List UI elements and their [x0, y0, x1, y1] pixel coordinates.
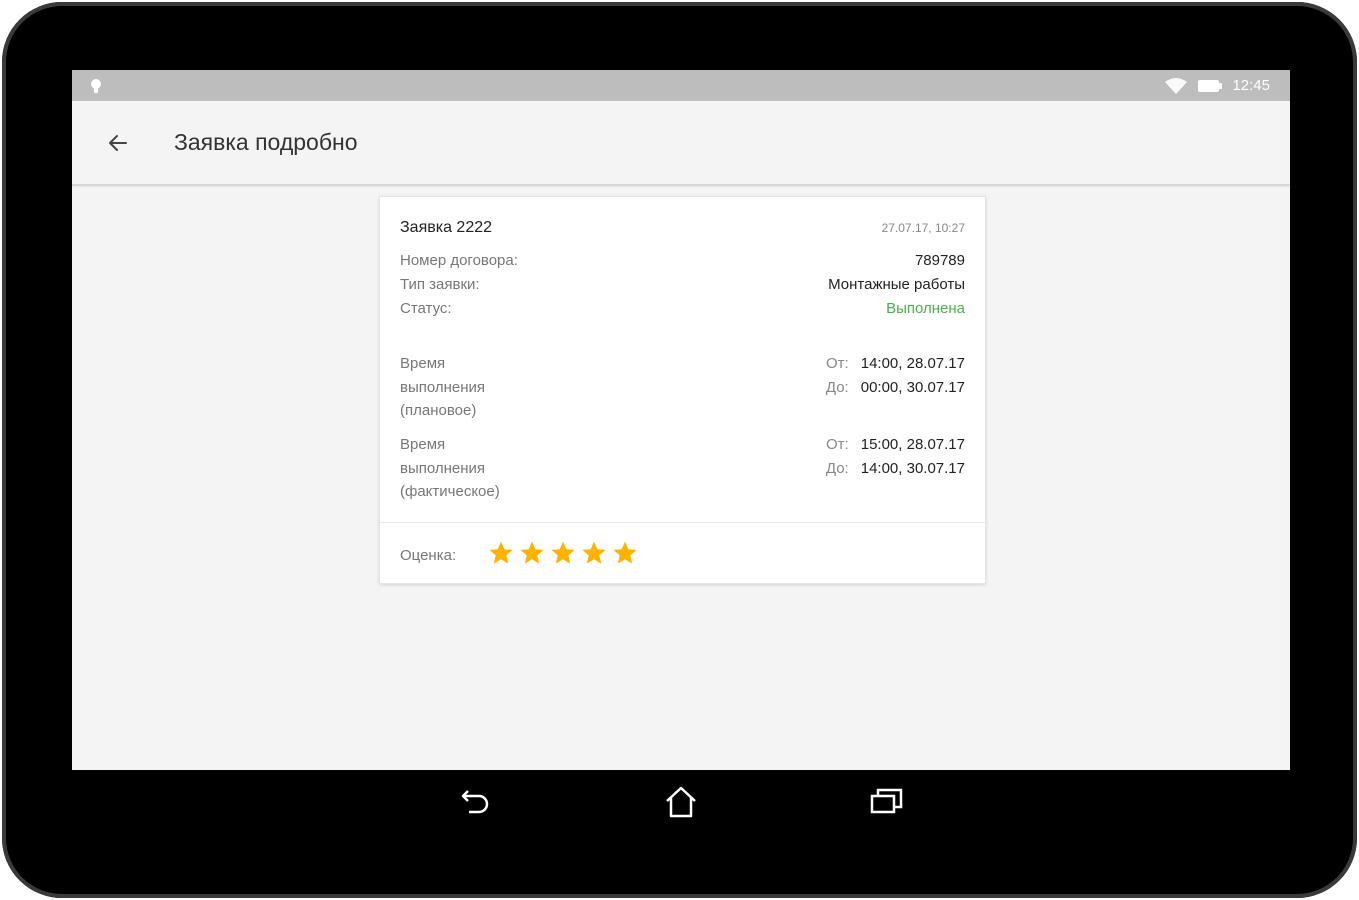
order-title: Заявка 2222: [400, 219, 493, 236]
status-value: Выполнена: [886, 300, 965, 317]
status-time: 12:45: [1232, 77, 1270, 94]
actual-to: 14:00, 30.07.17: [860, 460, 965, 477]
order-datetime: 27.07.17, 10:27: [881, 221, 965, 235]
status-bar: 12:45: [72, 70, 1290, 101]
planned-time-label: Время выполнения (плановое): [400, 355, 486, 419]
back-nav-icon: [461, 790, 489, 814]
page-title: Заявка подробно: [174, 129, 358, 155]
rating-stars[interactable]: [488, 540, 638, 566]
home-icon: [666, 786, 696, 818]
battery-icon: [1198, 79, 1223, 92]
star-icon[interactable]: [488, 540, 514, 566]
field-label: Статус:: [400, 300, 452, 317]
nav-home-button[interactable]: [661, 782, 701, 822]
actual-from: 15:00, 28.07.17: [860, 436, 965, 453]
field-label: Тип заявки:: [400, 276, 480, 293]
notification-icon: [91, 79, 101, 93]
to-prefix: До:: [825, 379, 849, 396]
rating-label: Оценка:: [400, 547, 457, 564]
to-prefix: До:: [825, 460, 849, 477]
nav-back-button[interactable]: [456, 782, 496, 822]
star-icon[interactable]: [581, 540, 607, 566]
back-button[interactable]: [102, 127, 134, 159]
star-icon[interactable]: [519, 540, 545, 566]
field-value: Монтажные работы: [828, 276, 965, 293]
divider: [380, 522, 985, 523]
screen: 12:45 Заявка подробно Заявка 2222 27.07.…: [72, 70, 1290, 770]
order-card: Заявка 2222 27.07.17, 10:27 Номер догово…: [379, 196, 986, 584]
wifi-icon: [1165, 77, 1188, 94]
star-icon[interactable]: [550, 540, 576, 566]
actual-time-label: Время выполнения (фактическое): [400, 436, 500, 500]
planned-to: 00:00, 30.07.17: [860, 379, 965, 396]
actual-time-values: От: 15:00, 28.07.17 До: 14:00, 30.07.17: [823, 433, 965, 481]
star-icon[interactable]: [612, 540, 638, 566]
from-prefix: От:: [826, 355, 849, 372]
recents-icon: [870, 788, 903, 814]
nav-recents-button[interactable]: [867, 782, 907, 822]
arrow-left-icon: [109, 135, 127, 151]
field-value: 789789: [914, 252, 965, 269]
field-label: Номер договора:: [400, 252, 518, 269]
system-navigation-bar: [72, 770, 1290, 840]
from-prefix: От:: [826, 436, 849, 453]
planned-time-values: От: 14:00, 28.07.17 До: 00:00, 30.07.17: [823, 352, 965, 400]
app-toolbar: Заявка подробно: [72, 101, 1290, 186]
planned-from: 14:00, 28.07.17: [860, 355, 965, 372]
